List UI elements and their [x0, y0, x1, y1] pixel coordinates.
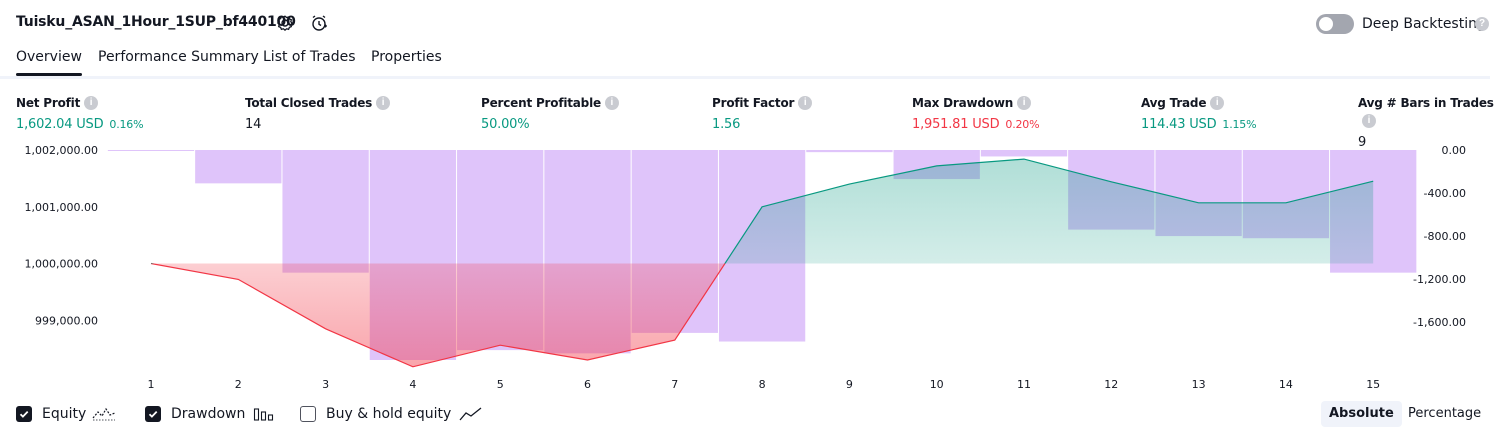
left-axis-tick: 999,000.00: [35, 314, 98, 327]
metric-label: Profit Factor: [712, 95, 795, 110]
buy-hold-line-icon: [459, 407, 482, 421]
tab-list-of-trades[interactable]: List of Trades: [263, 49, 356, 75]
metric-sub: 0.20%: [1005, 118, 1040, 131]
help-icon[interactable]: i: [84, 95, 99, 110]
metric-value: 50.00%: [481, 117, 530, 132]
right-axis: 0.00 -400.00 -800.00 -1,200.00 -1,600.00: [1413, 144, 1466, 329]
legend-drawdown[interactable]: Drawdown: [145, 404, 275, 424]
metric-sub: 1.15%: [1222, 118, 1257, 131]
x-axis-tick: 2: [235, 378, 242, 391]
x-axis-tick: 9: [846, 378, 853, 391]
metric-percent-profitable: Percent Profitable i 50.00%: [481, 94, 619, 132]
drawdown-bar: [806, 150, 893, 153]
left-axis-tick: 1,000,000.00: [25, 258, 98, 271]
metric-value: 1.56: [712, 117, 741, 132]
toggle-knob: [1319, 17, 1333, 31]
x-axis-tick: 5: [497, 378, 504, 391]
drawdown-bar: [195, 150, 282, 184]
deep-backtesting-label: Deep Backtesting: [1362, 16, 1486, 32]
metric-value: 1,951.81 USD 0.20%: [912, 117, 1040, 132]
absolute-mode-button[interactable]: Absolute: [1321, 401, 1402, 427]
x-axis-tick: 4: [409, 378, 416, 391]
percentage-mode-button[interactable]: Percentage: [1400, 401, 1489, 427]
metric-net-profit: Net Profit i 1,602.04 USD 0.16%: [16, 94, 144, 132]
strategy-title: Tuisku_ASAN_1Hour_1SUP_bf440100: [16, 14, 296, 30]
drawdown-bars-icon: [254, 408, 274, 421]
deep-backtesting-toggle[interactable]: [1316, 14, 1354, 34]
legend-equity-label: Equity: [42, 406, 87, 422]
equity-drawdown-chart: 1,002,000.00 1,001,000.00 1,000,000.00 999,…: [25, 144, 1466, 391]
x-axis-tick: 15: [1366, 378, 1380, 391]
metric-total-closed-trades: Total Closed Trades i 14: [245, 94, 391, 132]
metric-label: Total Closed Trades: [245, 95, 373, 110]
help-icon[interactable]: i: [798, 95, 813, 110]
help-icon[interactable]: i: [376, 95, 391, 110]
tab-performance-summary[interactable]: Performance Summary: [98, 49, 259, 75]
settings-gear-icon[interactable]: [274, 12, 296, 34]
metric-value: 114.43 USD 1.15%: [1141, 117, 1257, 132]
left-axis-tick: 1,002,000.00: [25, 144, 98, 157]
drawdown-bar: [282, 150, 369, 273]
metric-value: 1,602.04 USD 0.16%: [16, 117, 144, 132]
legend-drawdown-label: Drawdown: [171, 406, 246, 422]
x-axis-tick: 3: [322, 378, 329, 391]
metric-sub: 0.16%: [109, 118, 144, 131]
metric-value: 14: [245, 117, 262, 132]
right-axis-tick: -1,600.00: [1413, 316, 1466, 329]
metric-label: Net Profit: [16, 95, 81, 110]
right-axis-tick: -800.00: [1424, 230, 1466, 243]
tab-bar: Overview Performance Summary List of Tra…: [0, 48, 1490, 79]
x-axis-tick: 1: [148, 378, 155, 391]
metric-label: Max Drawdown: [912, 95, 1014, 110]
deep-backtesting-help-icon[interactable]: ?: [1475, 17, 1489, 31]
left-axis-tick: 1,001,000.00: [25, 201, 98, 214]
right-axis-tick: -1,200.00: [1413, 273, 1466, 286]
help-icon[interactable]: i: [604, 95, 619, 110]
x-axis-tick: 10: [930, 378, 944, 391]
x-axis-tick: 6: [584, 378, 591, 391]
x-axis-tick: 11: [1017, 378, 1031, 391]
tab-properties[interactable]: Properties: [371, 49, 442, 75]
help-icon[interactable]: i: [1017, 95, 1032, 110]
metric-avg-trade: Avg Trade i 114.43 USD 1.15%: [1141, 94, 1257, 132]
right-axis-tick: 0.00: [1442, 144, 1467, 157]
alarm-clock-icon[interactable]: [308, 12, 330, 34]
drawdown-bar: [107, 150, 195, 151]
x-axis-tick: 8: [759, 378, 766, 391]
equity-checkbox[interactable]: [16, 406, 32, 422]
x-axis: 1 2 3 4 5 6 7 8 9 10 11 12 13 14 15: [148, 378, 1381, 391]
legend-buy-hold-label: Buy & hold equity: [326, 406, 452, 422]
x-axis-tick: 14: [1279, 378, 1293, 391]
tab-overview[interactable]: Overview: [16, 49, 82, 76]
legend-buy-hold[interactable]: Buy & hold equity: [300, 404, 483, 424]
metric-label: Avg Trade: [1141, 95, 1207, 110]
x-axis-tick: 12: [1104, 378, 1118, 391]
buy-hold-checkbox[interactable]: [300, 406, 316, 422]
help-icon[interactable]: i: [1210, 95, 1225, 110]
x-axis-tick: 13: [1192, 378, 1206, 391]
metric-label: Avg # Bars in Trades: [1358, 95, 1494, 110]
metric-profit-factor: Profit Factor i 1.56: [712, 94, 813, 132]
help-icon[interactable]: i: [1362, 113, 1376, 128]
metric-max-drawdown: Max Drawdown i 1,951.81 USD 0.20%: [912, 94, 1040, 132]
legend-equity[interactable]: Equity: [16, 404, 116, 424]
drawdown-bar: [980, 150, 1068, 157]
x-axis-tick: 7: [671, 378, 678, 391]
drawdown-checkbox[interactable]: [145, 406, 161, 422]
left-axis: 1,002,000.00 1,001,000.00 1,000,000.00 999,…: [25, 144, 98, 327]
metric-label: Percent Profitable: [481, 95, 601, 110]
equity-line-icon: [92, 407, 116, 421]
right-axis-tick: -400.00: [1424, 187, 1466, 200]
